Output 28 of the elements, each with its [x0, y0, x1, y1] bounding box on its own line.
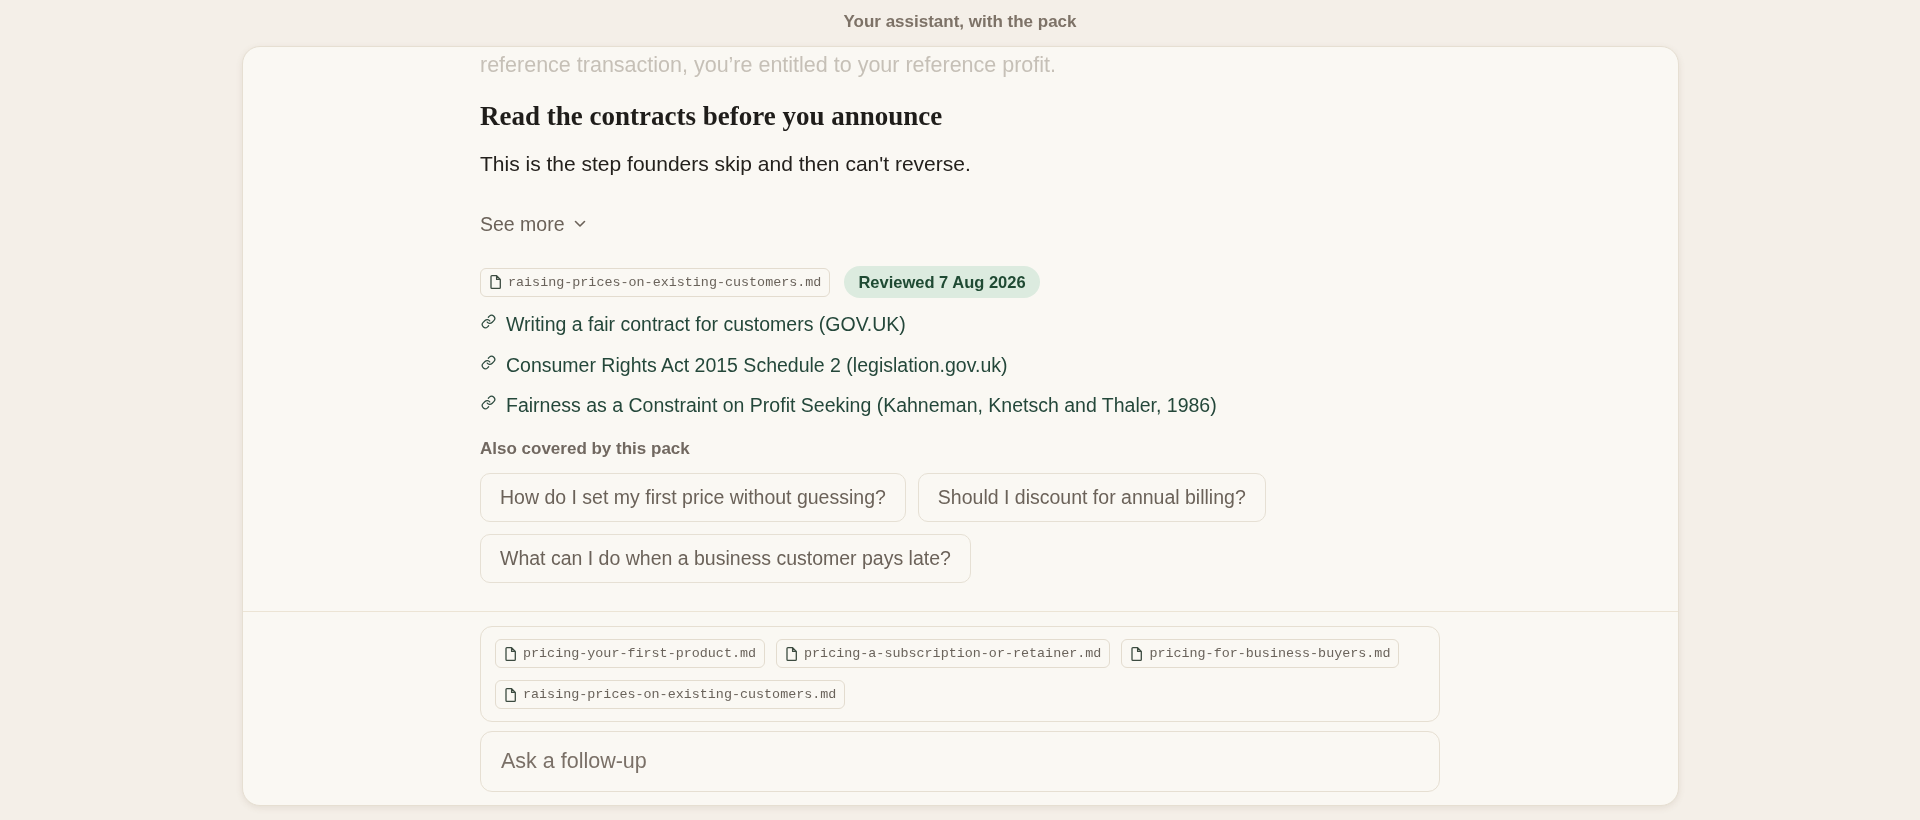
suggestion-button[interactable]: How do I set my first price without guessing?: [480, 473, 906, 522]
source-link[interactable]: Writing a fair contract for customers (GOV.UK): [506, 310, 906, 338]
link-icon: [481, 354, 496, 370]
suggestion-button[interactable]: What can I do when a business customer pays late?: [480, 534, 971, 583]
file-icon: [505, 687, 516, 702]
file-chip[interactable]: raising-prices-on-existing-customers.md: [480, 267, 831, 297]
attachment-chip[interactable]: pricing-for-business-buyers.md: [1121, 639, 1400, 668]
answer-text: reference transaction, you’re entitled to your reference profit.: [480, 52, 1057, 79]
file-icon: [505, 646, 516, 661]
chevron-down-icon: [573, 220, 586, 228]
link-icon: [481, 314, 496, 329]
source-link[interactable]: Fairness as a Constraint on Profit Seeking (Kahneman, Knetsch and Thaler, 1986): [506, 391, 1217, 419]
follow-up-input[interactable]: Ask a follow-up: [480, 731, 1440, 792]
link-icon: [481, 395, 496, 410]
source-link[interactable]: Consumer Rights Act 2015 Schedule 2 (legislation.gov.uk): [506, 350, 1008, 379]
reviewed-badge: Reviewed 7 Aug 2026: [844, 266, 1040, 298]
section-label: Also covered by this pack: [480, 438, 690, 460]
attachment-chip[interactable]: pricing-your-first-product.md: [495, 639, 766, 668]
see-more-button[interactable]: See more: [480, 211, 586, 237]
attachment-chip[interactable]: pricing-a-subscription-or-retainer.md: [776, 639, 1111, 668]
attachment-chip[interactable]: raising-prices-on-existing-customers.md: [495, 680, 846, 709]
suggestion-button[interactable]: Should I discount for annual billing?: [917, 473, 1266, 522]
file-icon: [490, 275, 501, 289]
file-icon: [1131, 646, 1143, 661]
file-icon: [786, 646, 798, 661]
page-title: Your assistant, with the pack: [843, 11, 1077, 33]
section-heading: Read the contracts before you announce: [480, 100, 943, 133]
body-text: This is the step founders skip and then can't reverse.: [480, 151, 971, 177]
